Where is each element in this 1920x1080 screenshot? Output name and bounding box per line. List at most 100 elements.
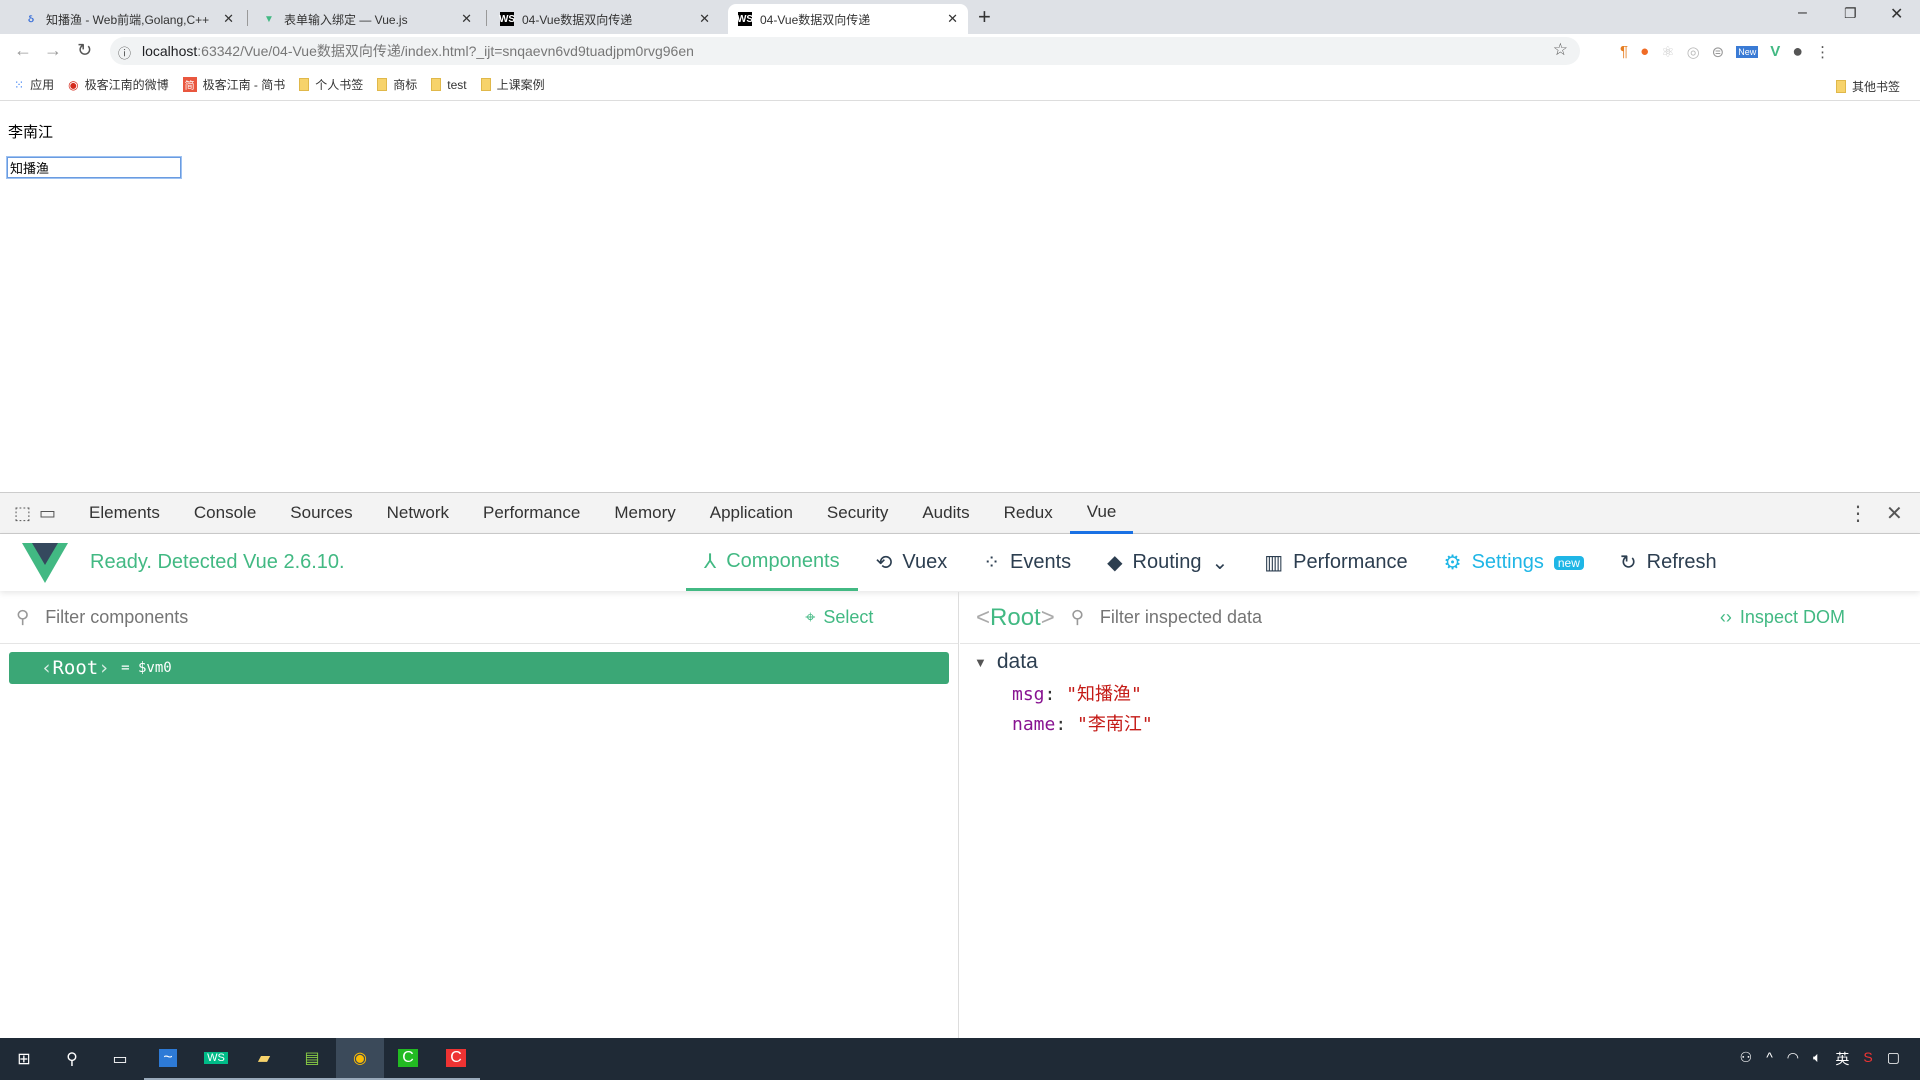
browser-tab[interactable]: ▼ 表单输入绑定 — Vue.js ✕: [252, 4, 482, 34]
close-tab-icon[interactable]: ✕: [947, 11, 958, 27]
clion-icon[interactable]: C: [384, 1038, 432, 1080]
app-icon[interactable]: C: [432, 1038, 480, 1080]
new-tab-button[interactable]: +: [978, 4, 991, 30]
folder-icon: [480, 78, 491, 91]
devtools-tab[interactable]: Application: [693, 493, 810, 534]
vue-nav-vuex[interactable]: ⟲ Vuex: [858, 534, 966, 591]
msg-input[interactable]: [6, 156, 182, 179]
close-tab-icon[interactable]: ✕: [223, 11, 234, 27]
profile-icon[interactable]: ●: [1792, 41, 1803, 62]
volume-icon[interactable]: 🔈︎: [1813, 1049, 1821, 1069]
data-entry: name: "李南江": [1012, 714, 1153, 735]
people-icon[interactable]: ⚇: [1740, 1049, 1753, 1069]
vue-nav-routing[interactable]: ◆ Routing ⌄: [1089, 534, 1246, 591]
vue-nav-performance[interactable]: ▥ Performance: [1246, 534, 1425, 591]
data-section-toggle[interactable]: ▼ data: [974, 650, 1920, 674]
devtools-tab[interactable]: Network: [370, 493, 466, 534]
vue-nav-settings[interactable]: ⚙ Settings new: [1426, 534, 1602, 591]
close-tab-icon[interactable]: ✕: [461, 11, 472, 27]
ime-indicator[interactable]: 英: [1835, 1049, 1849, 1069]
close-window-button[interactable]: ✕: [1890, 4, 1903, 24]
inspected-component-title: <Root>: [976, 603, 1055, 631]
vue-nav-refresh[interactable]: ↻ Refresh: [1602, 534, 1735, 591]
devtools-tab[interactable]: Sources: [273, 493, 369, 534]
component-tree-root[interactable]: ‹ Root › = $vm0: [9, 652, 949, 684]
bookmarks-bar: ⁙ 应用 ◉ 极客江南的微博 简极客江南 - 简书 个人书签 商标 test 上课案…: [0, 69, 1920, 101]
devtools-panel: ⬚ ▭ Elements Console Sources Network Per…: [0, 492, 1920, 1039]
inspect-element-icon[interactable]: ⬚: [14, 503, 31, 524]
devtools-tab-vue[interactable]: Vue: [1069, 493, 1134, 534]
close-tab-icon[interactable]: ✕: [699, 11, 710, 27]
chrome-icon[interactable]: ◉: [336, 1038, 384, 1080]
devtools-tab[interactable]: Console: [177, 493, 273, 534]
browser-tab[interactable]: ઠ 知播渔 - Web前端,Golang,C++ ✕: [14, 4, 244, 34]
folder-icon: [299, 78, 310, 91]
inspector-pane: <Root> ⚲ ‹›Inspect DOM ▼data msg: "知播渔" …: [960, 592, 1920, 1039]
tray-chevron-icon[interactable]: ^: [1766, 1049, 1773, 1069]
filter-components-input[interactable]: [45, 607, 806, 628]
devtools-tab[interactable]: Audits: [905, 493, 986, 534]
devtools-tab[interactable]: Elements: [72, 493, 177, 534]
webstorm-icon: WS: [498, 12, 516, 26]
select-button[interactable]: ⌖ Select: [805, 607, 873, 628]
vue-devtools-icon[interactable]: V: [1770, 43, 1780, 60]
devtools-tab[interactable]: Redux: [987, 493, 1070, 534]
reload-button[interactable]: ↻: [77, 40, 92, 61]
notification-icon[interactable]: ▢: [1887, 1049, 1900, 1069]
new-extension-icon[interactable]: New: [1736, 45, 1759, 58]
devtools-tab[interactable]: Performance: [466, 493, 597, 534]
extension-icon[interactable]: ◎: [1687, 43, 1700, 61]
inspector-header: <Root> ⚲ ‹›Inspect DOM: [960, 592, 1920, 644]
search-icon[interactable]: ⚲: [48, 1038, 96, 1080]
bookmark-folder[interactable]: 个人书签: [299, 76, 363, 93]
network-icon[interactable]: ◠: [1787, 1049, 1799, 1069]
inspect-dom-button[interactable]: ‹› Inspect DOM: [1720, 607, 1845, 628]
routing-diamond-icon: ◆: [1107, 552, 1123, 574]
close-devtools-icon[interactable]: ✕: [1886, 501, 1903, 526]
filter-inspected-data-input[interactable]: [1099, 607, 1720, 628]
vue-status: Ready. Detected Vue 2.6.10.: [90, 551, 345, 573]
sogou-icon[interactable]: S: [1863, 1049, 1872, 1069]
bookmark-folder[interactable]: test: [431, 78, 467, 92]
orange-extension-icon[interactable]: ●: [1640, 43, 1649, 60]
devtools-tab[interactable]: Memory: [597, 493, 692, 534]
other-bookmarks[interactable]: 其他书签: [1836, 78, 1900, 95]
webstorm-icon[interactable]: WS: [192, 1038, 240, 1080]
new-badge: new: [1553, 555, 1584, 570]
triangle-down-icon: ▼: [974, 654, 987, 670]
device-toolbar-icon[interactable]: ▭: [39, 503, 56, 524]
forward-button[interactable]: →: [44, 40, 62, 61]
start-button[interactable]: ⊞: [0, 1038, 48, 1080]
file-explorer-icon[interactable]: ▰: [240, 1038, 288, 1080]
vue-nav-events[interactable]: ⁘ Events: [965, 534, 1089, 591]
folder-icon: [1836, 80, 1846, 93]
more-options-icon[interactable]: ⋮: [1848, 501, 1868, 526]
bookmark-folder[interactable]: 商标: [377, 76, 417, 93]
pilcrow-extension-icon[interactable]: ¶: [1620, 43, 1628, 60]
vue-header: Ready. Detected Vue 2.6.10. ⅄ Components …: [0, 534, 1920, 591]
address-bar[interactable]: ⓘ localhost:63342/Vue/04-Vue数据双向传递/index…: [110, 37, 1580, 65]
extension-icon[interactable]: ⊜: [1712, 43, 1725, 61]
browser-tab[interactable]: WS 04-Vue数据双向传递 ✕: [490, 4, 720, 34]
toolbar: ← → ↻ ⓘ localhost:63342/Vue/04-Vue数据双向传递…: [0, 34, 1920, 69]
minimize-button[interactable]: –: [1798, 4, 1807, 22]
bookmark[interactable]: 简极客江南 - 简书: [182, 76, 285, 93]
app-icon[interactable]: ▤: [288, 1038, 336, 1080]
weibo-icon: ◉: [68, 77, 79, 92]
react-extension-icon[interactable]: ⚛: [1661, 43, 1674, 61]
chevron-down-icon: ⌄: [1211, 552, 1229, 574]
data-entry: msg: "知播渔": [1012, 684, 1142, 705]
menu-icon[interactable]: ⋮: [1815, 43, 1830, 61]
bookmark-apps[interactable]: ⁙ 应用: [14, 76, 54, 93]
bookmark-star-icon[interactable]: ☆: [1553, 40, 1568, 60]
vue-nav-components[interactable]: ⅄ Components: [686, 534, 858, 591]
bookmark[interactable]: ◉ 极客江南的微博: [68, 76, 169, 93]
bookmark-folder[interactable]: 上课案例: [480, 76, 545, 93]
app-icon[interactable]: ~: [144, 1038, 192, 1080]
browser-tab-active[interactable]: WS 04-Vue数据双向传递 ✕: [728, 4, 968, 34]
task-view-icon[interactable]: ▭: [96, 1038, 144, 1080]
devtools-tab[interactable]: Security: [810, 493, 905, 534]
components-pane: ⚲ ⌖Select ‹Root› = $vm0: [0, 592, 959, 1039]
restore-button[interactable]: ❐: [1844, 5, 1857, 22]
back-button[interactable]: ←: [14, 40, 32, 61]
